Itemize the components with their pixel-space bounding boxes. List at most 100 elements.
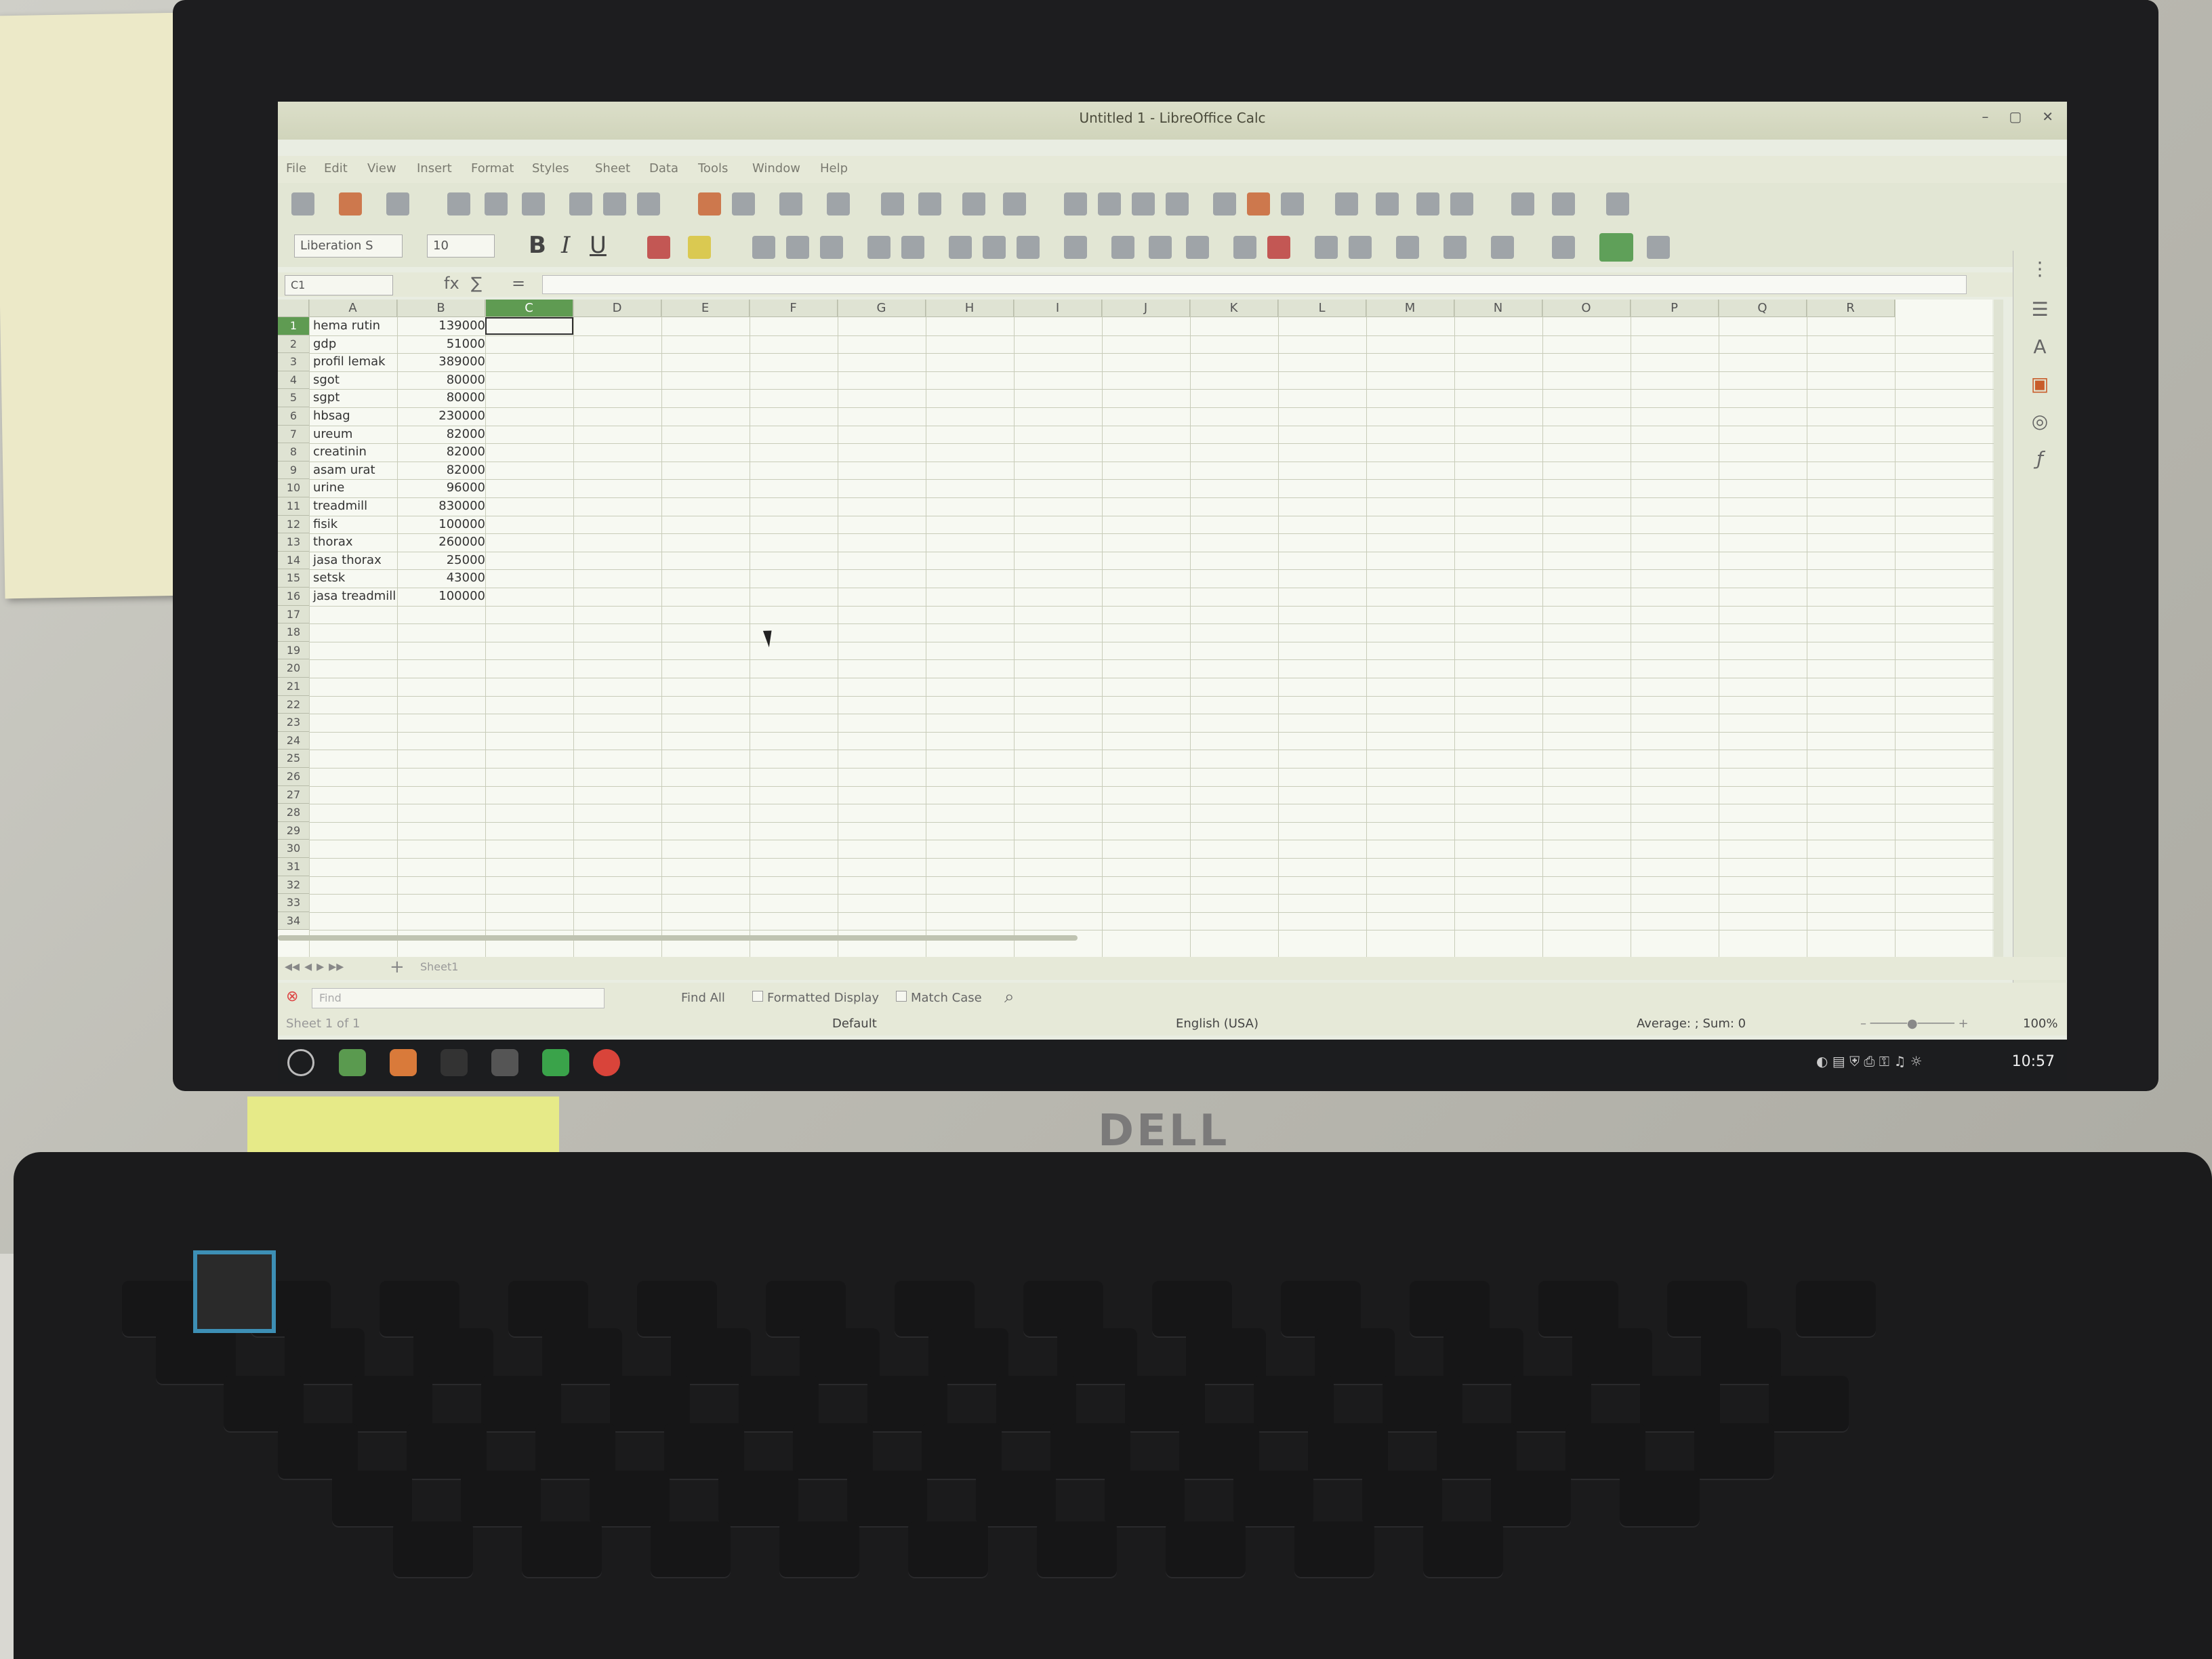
- formula-equals-icon[interactable]: =: [512, 274, 525, 293]
- vertical-scrollbar[interactable]: [1994, 300, 2003, 977]
- window-controls[interactable]: – ▢ ✕: [1961, 108, 2053, 125]
- zoom-slider[interactable]: – ─────●───── +: [1860, 1017, 1969, 1031]
- sidebar-menu-icon[interactable]: ⋮: [2028, 258, 2051, 281]
- decrease-indent-icon[interactable]: [1349, 236, 1372, 259]
- cell-a14[interactable]: jasa thorax: [313, 552, 382, 569]
- row-header-30[interactable]: 30: [278, 840, 309, 858]
- language-status[interactable]: English (USA): [1176, 1017, 1258, 1031]
- cell-b13[interactable]: 260000: [398, 533, 485, 551]
- cell-a3[interactable]: profil lemak: [313, 353, 386, 371]
- clear-formatting-icon[interactable]: [732, 192, 755, 216]
- font-size-box[interactable]: 10: [427, 234, 495, 258]
- row-header-33[interactable]: 33: [278, 894, 309, 912]
- cut-icon[interactable]: [569, 192, 592, 216]
- column-header-g[interactable]: G: [838, 300, 926, 317]
- print-icon[interactable]: [485, 192, 508, 216]
- menu-insert[interactable]: Insert: [417, 161, 452, 176]
- new-document-icon[interactable]: [291, 192, 314, 216]
- spreadsheet-grid[interactable]: A B C D E F G H I J K L M N O P Q R 1 2 3 4 5 6 7 8 9 10 11 12 13 14 15 1…: [278, 300, 1996, 977]
- row-header-26[interactable]: 26: [278, 768, 309, 786]
- background-color-icon[interactable]: [1599, 233, 1633, 262]
- paste-icon[interactable]: [637, 192, 660, 216]
- align-right-icon[interactable]: [820, 236, 843, 259]
- name-box[interactable]: C1: [285, 275, 393, 295]
- cell-a12[interactable]: fisik: [313, 516, 337, 533]
- cell-a15[interactable]: setsk: [313, 569, 345, 587]
- row-header-29[interactable]: 29: [278, 821, 309, 840]
- special-character-icon[interactable]: [1335, 192, 1358, 216]
- borders-icon[interactable]: [1396, 236, 1419, 259]
- zoom-level[interactable]: 100%: [2023, 1017, 2057, 1031]
- menu-styles[interactable]: Styles: [532, 161, 569, 176]
- percent-format-icon[interactable]: [1111, 236, 1134, 259]
- row-header-10[interactable]: 10: [278, 479, 309, 497]
- currency-format-icon[interactable]: [1064, 236, 1087, 259]
- cell-b2[interactable]: 51000: [398, 335, 485, 353]
- cell-b14[interactable]: 25000: [398, 552, 485, 569]
- column-header-a[interactable]: A: [309, 300, 397, 317]
- properties-icon[interactable]: ☰: [2028, 298, 2051, 321]
- row-header-24[interactable]: 24: [278, 731, 309, 750]
- select-all-corner[interactable]: [278, 300, 309, 317]
- cell-b9[interactable]: 82000: [398, 462, 485, 479]
- cell-b6[interactable]: 230000: [398, 407, 485, 425]
- row-header-15[interactable]: 15: [278, 569, 309, 588]
- row-header-14[interactable]: 14: [278, 551, 309, 570]
- clock[interactable]: 10:57: [2012, 1053, 2055, 1070]
- row-header-31[interactable]: 31: [278, 858, 309, 876]
- column-header-r[interactable]: R: [1807, 300, 1895, 317]
- column-icon[interactable]: [1003, 192, 1026, 216]
- column-header-d[interactable]: D: [573, 300, 661, 317]
- column-header-c[interactable]: C: [485, 300, 573, 317]
- cell-b7[interactable]: 82000: [398, 426, 485, 443]
- comment-icon[interactable]: [1416, 192, 1439, 216]
- header-footer-icon[interactable]: [1450, 192, 1473, 216]
- menu-sheet[interactable]: Sheet: [595, 161, 630, 176]
- pivot-table-icon[interactable]: [1281, 192, 1304, 216]
- cell-b1[interactable]: 139000: [398, 317, 485, 335]
- row-header-27[interactable]: 27: [278, 785, 309, 804]
- cell-a10[interactable]: urine: [313, 479, 344, 497]
- border-color-icon[interactable]: [1491, 236, 1514, 259]
- styles-icon[interactable]: A: [2028, 335, 2051, 359]
- column-header-i[interactable]: I: [1014, 300, 1102, 317]
- row-header-20[interactable]: 20: [278, 659, 309, 678]
- formula-input[interactable]: [542, 275, 1967, 294]
- underline-button[interactable]: U: [590, 232, 607, 259]
- add-decimal-icon[interactable]: [1233, 236, 1256, 259]
- date-format-icon[interactable]: [1186, 236, 1209, 259]
- conditional-format-icon[interactable]: [1552, 236, 1575, 259]
- horizontal-scrollbar[interactable]: [278, 935, 1078, 941]
- column-header-n[interactable]: N: [1454, 300, 1542, 317]
- find-all-button[interactable]: Find All: [681, 991, 725, 1005]
- navigator-icon[interactable]: ◎: [2028, 410, 2051, 433]
- find-replace-icon[interactable]: [881, 192, 904, 216]
- center-vertically-icon[interactable]: [983, 236, 1006, 259]
- maximize-icon[interactable]: ▢: [2009, 108, 2022, 125]
- row-header-13[interactable]: 13: [278, 533, 309, 552]
- font-color-icon[interactable]: [647, 236, 670, 259]
- row-header-1[interactable]: 1: [278, 317, 309, 335]
- increase-indent-icon[interactable]: [1315, 236, 1338, 259]
- cell-a2[interactable]: gdp: [313, 335, 336, 353]
- cell-b3[interactable]: 389000: [398, 353, 485, 371]
- menu-view[interactable]: View: [367, 161, 396, 176]
- column-header-e[interactable]: E: [661, 300, 750, 317]
- freeze-rows-icon[interactable]: [1511, 192, 1534, 216]
- column-header-o[interactable]: O: [1542, 300, 1631, 317]
- selection-summary[interactable]: Average: ; Sum: 0: [1637, 1017, 1746, 1031]
- menu-format[interactable]: Format: [471, 161, 514, 176]
- open-folder-icon[interactable]: [339, 192, 362, 216]
- row-header-5[interactable]: 5: [278, 389, 309, 407]
- tray-icons[interactable]: ◐ ▤ ⛨ ⎙ ⚿ ♫ ☼: [1816, 1053, 1923, 1069]
- export-pdf-icon[interactable]: [447, 192, 470, 216]
- sum-icon[interactable]: ∑: [471, 274, 482, 293]
- row-header-23[interactable]: 23: [278, 714, 309, 732]
- menu-data[interactable]: Data: [649, 161, 678, 176]
- align-bottom-icon[interactable]: [1017, 236, 1040, 259]
- print-preview-icon[interactable]: [522, 192, 545, 216]
- copy-icon[interactable]: [603, 192, 626, 216]
- clone-formatting-icon[interactable]: [698, 192, 721, 216]
- row-header-4[interactable]: 4: [278, 371, 309, 390]
- row-header-6[interactable]: 6: [278, 407, 309, 426]
